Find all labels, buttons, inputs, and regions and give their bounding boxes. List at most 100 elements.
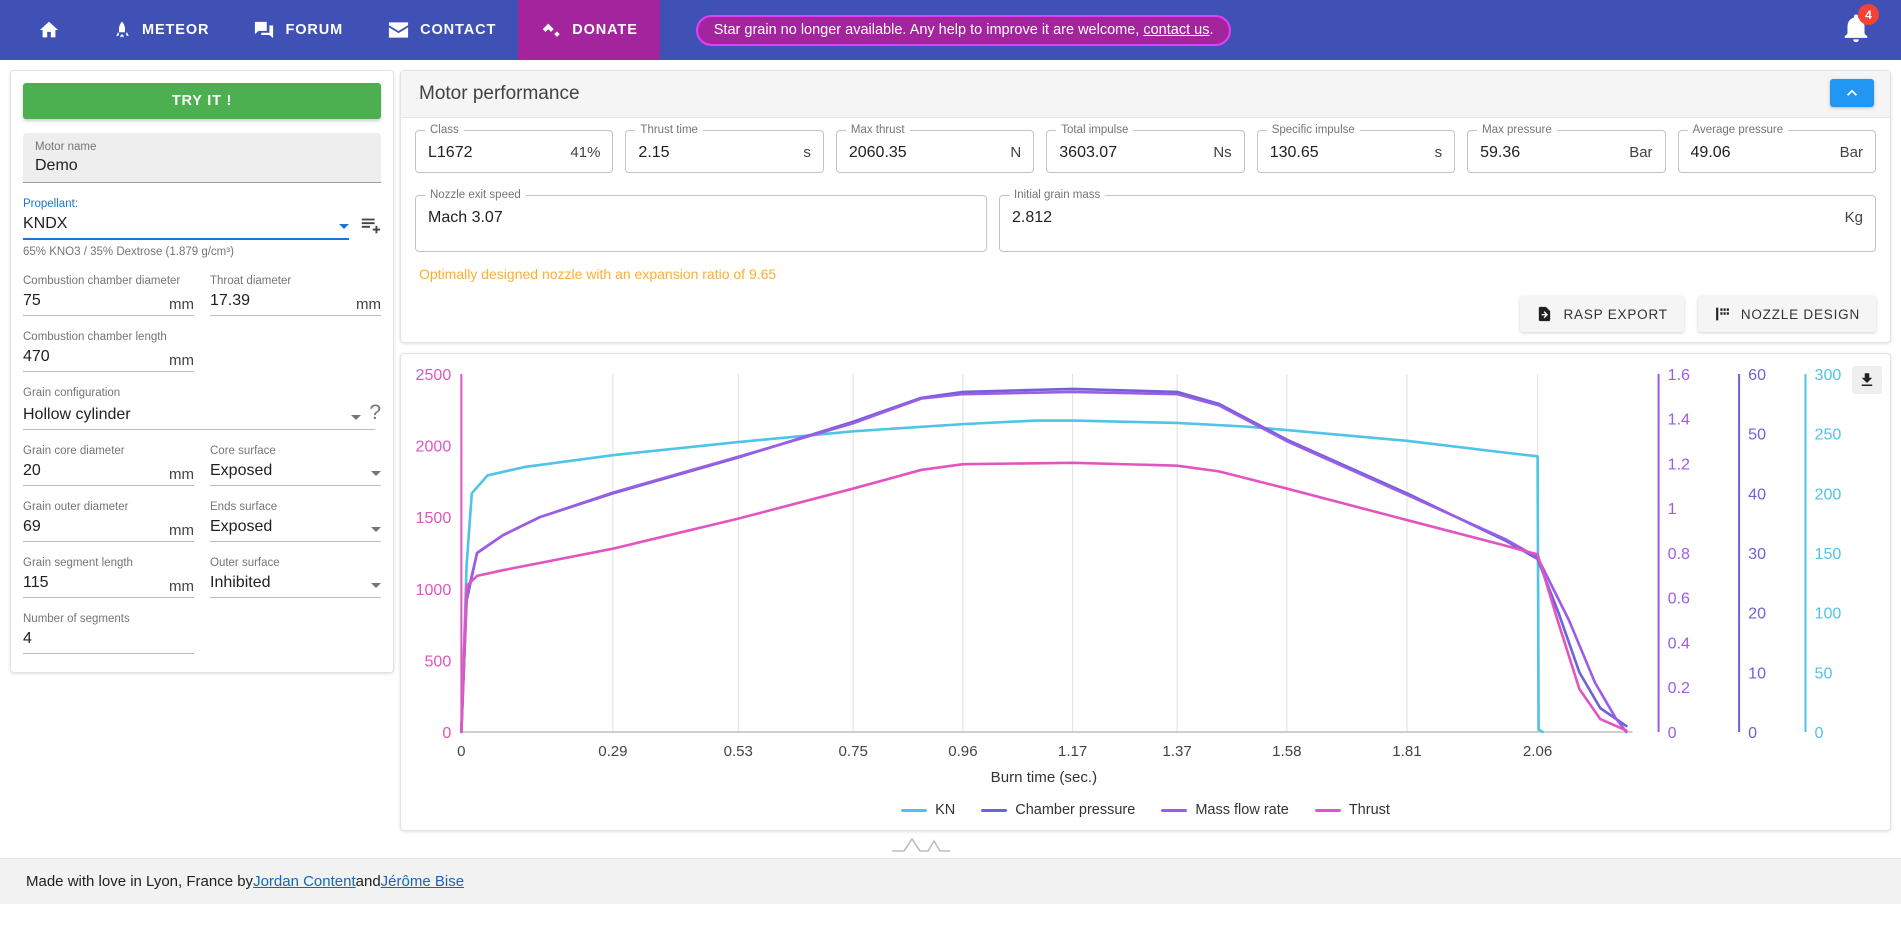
metric-average-pressure[interactable]: Average pressure 49.06 Bar bbox=[1677, 123, 1876, 173]
field-unit: mm bbox=[169, 466, 194, 483]
motor-name-label: Motor name bbox=[35, 141, 97, 153]
chevron-down-icon bbox=[371, 583, 381, 588]
download-icon bbox=[1858, 371, 1876, 389]
propellant-row: Propellant: KNDX bbox=[23, 183, 381, 240]
legend-item-chamber-pressure[interactable]: Chamber pressure bbox=[981, 802, 1135, 818]
y-tick-label-kn: 200 bbox=[1815, 485, 1842, 503]
metric-label: Total impulse bbox=[1056, 123, 1134, 137]
y-tick-label-chamber-pressure: 20 bbox=[1748, 605, 1766, 623]
add-propellant-icon[interactable] bbox=[359, 214, 381, 240]
metric-max-pressure[interactable]: Max pressure 59.36 Bar bbox=[1467, 123, 1666, 173]
x-tick-label: 0.29 bbox=[598, 743, 627, 760]
announcement-banner: Star grain no longer available. Any help… bbox=[695, 14, 1232, 46]
field-value: Hollow cylinder bbox=[23, 406, 131, 423]
metric-unit: s bbox=[1434, 144, 1443, 161]
x-tick-label: 1.17 bbox=[1058, 743, 1087, 760]
metric-unit: Ns bbox=[1213, 144, 1232, 161]
metric-initial-grain-mass[interactable]: Initial grain mass 2.812 Kg bbox=[999, 188, 1876, 252]
metric-max-thrust[interactable]: Max thrust 2060.35 N bbox=[835, 123, 1035, 173]
metric-unit: Bar bbox=[1629, 144, 1653, 161]
core-surface-field[interactable]: Core surface Exposed bbox=[210, 444, 381, 486]
field-value: 69 bbox=[23, 518, 41, 535]
x-tick-label: 0.96 bbox=[948, 743, 977, 760]
metric-value: 2.15 bbox=[638, 144, 670, 161]
field-value: 470 bbox=[23, 348, 50, 365]
metric-label: Average pressure bbox=[1687, 123, 1789, 137]
x-tick-label: 1.58 bbox=[1272, 743, 1301, 760]
nav-contact[interactable]: CONTACT bbox=[365, 0, 518, 60]
metric-total-impulse[interactable]: Total impulse 3603.07 Ns bbox=[1046, 123, 1245, 173]
y-tick-label-kn: 250 bbox=[1815, 426, 1842, 444]
y-tick-label-chamber-pressure: 30 bbox=[1748, 545, 1766, 563]
y-tick-label-thrust: 0 bbox=[442, 724, 451, 742]
results-column: Motor performance Class L1672 41% Thrust… bbox=[400, 70, 1891, 865]
y-tick-label-mass-flow-rate: 1 bbox=[1668, 500, 1677, 518]
throat-diameter-field[interactable]: Throat diameter 17.39 mm bbox=[210, 274, 381, 316]
grain-config-help-icon[interactable]: ? bbox=[369, 401, 381, 427]
metric-value: L1672 bbox=[428, 144, 473, 161]
footer-link-jordan[interactable]: Jordan Content bbox=[253, 873, 356, 890]
button-label: RASP EXPORT bbox=[1563, 306, 1668, 322]
y-tick-label-thrust: 500 bbox=[424, 652, 451, 670]
metric-nozzle-exit-speed[interactable]: Nozzle exit speed Mach 3.07 bbox=[415, 188, 987, 252]
ends-surface-field[interactable]: Ends surface Exposed bbox=[210, 500, 381, 542]
try-it-button[interactable]: TRY IT ! bbox=[23, 83, 381, 119]
rasp-export-button[interactable]: RASP EXPORT bbox=[1520, 296, 1684, 332]
home-icon bbox=[38, 19, 60, 41]
legend-item-kn[interactable]: KN bbox=[901, 802, 955, 818]
motor-performance-card: Motor performance Class L1672 41% Thrust… bbox=[400, 70, 1891, 343]
y-tick-label-kn: 100 bbox=[1815, 605, 1842, 623]
number-of-segments-field[interactable]: Number of segments 4 bbox=[23, 612, 194, 654]
combustion-chamber-length-field[interactable]: Combustion chamber length 470 mm bbox=[23, 330, 194, 372]
performance-chart[interactable]: 0 0.29 0.53 0.75 0.96 1.17 1.37 1.58 1.81 2.06 Bur… bbox=[401, 360, 1890, 800]
motor-name-field[interactable]: Motor name Demo bbox=[23, 133, 381, 183]
grain-outer-diameter-field[interactable]: Grain outer diameter 69 mm bbox=[23, 500, 194, 542]
chart-series-mass-flow-rate bbox=[460, 390, 1628, 734]
grain-configuration-field[interactable]: Grain configuration Hollow cylinder ? bbox=[23, 386, 381, 430]
y-tick-label-thrust: 1500 bbox=[416, 509, 452, 527]
nav-label: DONATE bbox=[572, 22, 638, 38]
brand-logo-strip bbox=[400, 831, 1891, 865]
page-body: TRY IT ! Motor name Demo Propellant: KND… bbox=[0, 60, 1901, 858]
metric-class[interactable]: Class L1672 41% bbox=[415, 123, 614, 173]
grain-segment-length-field[interactable]: Grain segment length 115 mm bbox=[23, 556, 194, 598]
combustion-chamber-diameter-field[interactable]: Combustion chamber diameter 75 mm bbox=[23, 274, 194, 316]
field-value: Inhibited bbox=[210, 574, 271, 591]
footer-link-jerome[interactable]: Jérôme Bise bbox=[381, 873, 464, 890]
grain-core-diameter-field[interactable]: Grain core diameter 20 mm bbox=[23, 444, 194, 486]
download-chart-button[interactable] bbox=[1852, 366, 1882, 394]
y-tick-label-mass-flow-rate: 0 bbox=[1668, 724, 1677, 742]
metric-value: 59.36 bbox=[1480, 144, 1521, 161]
metrics-row-2: Nozzle exit speed Mach 3.07 Initial grai… bbox=[415, 188, 1876, 252]
ruler-icon bbox=[1714, 305, 1731, 323]
legend-item-mass-flow-rate[interactable]: Mass flow rate bbox=[1161, 802, 1289, 818]
metric-thrust-time[interactable]: Thrust time 2.15 s bbox=[625, 123, 824, 173]
nav-donate[interactable]: DONATE bbox=[518, 0, 660, 60]
metric-value: 2060.35 bbox=[848, 144, 907, 161]
field-label: Grain core diameter bbox=[23, 445, 125, 457]
nav-home[interactable] bbox=[0, 0, 90, 60]
nav-meteor[interactable]: METEOR bbox=[90, 0, 231, 60]
notifications-button[interactable]: 4 bbox=[1839, 0, 1879, 60]
nav-forum[interactable]: FORUM bbox=[231, 0, 365, 60]
y-tick-label-mass-flow-rate: 1.4 bbox=[1668, 411, 1690, 429]
field-value: Exposed bbox=[210, 518, 273, 535]
y-tick-label-thrust: 1000 bbox=[416, 581, 452, 599]
collapse-panel-button[interactable] bbox=[1830, 79, 1874, 107]
field-label: Combustion chamber length bbox=[23, 331, 167, 343]
chart-series-kn bbox=[460, 419, 1545, 734]
field-value: 20 bbox=[23, 462, 41, 479]
metric-specific-impulse[interactable]: Specific impulse 130.65 s bbox=[1256, 123, 1456, 173]
nozzle-design-button[interactable]: NOZZLE DESIGN bbox=[1697, 296, 1876, 332]
nav-label: CONTACT bbox=[420, 22, 497, 38]
propellant-select[interactable]: Propellant: KNDX bbox=[23, 197, 349, 240]
y-tick-label-mass-flow-rate: 1.2 bbox=[1668, 456, 1690, 474]
legend-item-thrust[interactable]: Thrust bbox=[1314, 802, 1390, 818]
field-label: Throat diameter bbox=[210, 275, 292, 287]
field-value: 75 bbox=[23, 292, 41, 309]
page-title: Motor performance bbox=[419, 83, 580, 104]
outer-surface-field[interactable]: Outer surface Inhibited bbox=[210, 556, 381, 598]
banner-contact-link[interactable]: contact us bbox=[1143, 22, 1209, 38]
file-export-icon bbox=[1536, 305, 1553, 323]
y-tick-label-chamber-pressure: 60 bbox=[1748, 366, 1766, 384]
